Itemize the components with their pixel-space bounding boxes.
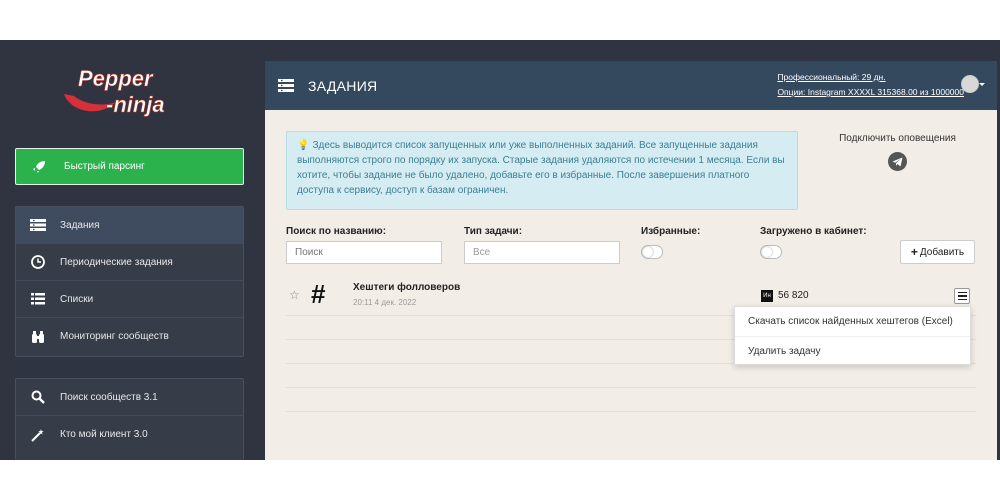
sidebar-item-label: Списки (60, 293, 94, 305)
star-icon[interactable]: ☆ (289, 288, 300, 302)
search-icon (30, 389, 46, 405)
svg-text:Pepper: Pepper (78, 66, 154, 91)
notify-label: Подключить оповещения (839, 133, 956, 144)
options-link[interactable]: Опции: Instagram XXXXL 315368.00 из 1000… (777, 85, 964, 100)
list-icon (30, 217, 46, 233)
bullet-list-icon (30, 291, 46, 307)
task-menu-button[interactable] (954, 288, 970, 304)
chevron-down-icon[interactable] (979, 83, 985, 86)
search-label: Поиск по названию: (286, 226, 387, 237)
add-task-button[interactable]: + Добавить (900, 240, 975, 264)
panel-header: ЗАДАНИЯ Профессиональный: 29 дн. Опции: … (265, 61, 997, 110)
sidebar-item-label: Задания (60, 219, 100, 231)
quick-parse-button[interactable]: Быстрый парсинг (15, 148, 244, 185)
quick-parse-label: Быстрый парсинг (64, 161, 145, 172)
pepper-ninja-logo: Pepper -ninja (64, 66, 165, 117)
svg-text:-ninja: -ninja (106, 92, 165, 117)
hashtag-icon: # (311, 279, 326, 309)
notifications-block: Подключить оповещения (830, 133, 965, 171)
sidebar-item-periodic-tasks[interactable]: Периодические задания (16, 244, 243, 281)
clock-icon (30, 254, 46, 270)
sidebar-item-community-search[interactable]: Поиск сообществ 3.1 (16, 379, 243, 416)
rocket-icon (32, 160, 46, 174)
add-label: Добавить (919, 246, 965, 258)
sidebar-item-label: Периодические задания (60, 256, 173, 268)
uploaded-toggle[interactable] (760, 245, 782, 259)
sidebar-item-lists[interactable]: Списки (16, 281, 243, 318)
sidebar-menu-tools: Поиск сообществ 3.1 Кто мой клиент 3.0 (15, 378, 244, 460)
plus-icon: + (910, 245, 918, 259)
task-menu-dropdown: Скачать список найденных хештегов (Excel… (734, 306, 971, 365)
task-title[interactable]: Хештеги фолловеров (353, 282, 460, 293)
sidebar-item-label: Мониторинг сообществ (60, 331, 169, 342)
page-title: ЗАДАНИЯ (308, 77, 378, 94)
delete-task-item[interactable]: Удалить задачу (735, 336, 970, 365)
task-result-count: 56 820 (778, 290, 809, 301)
uploaded-label: Загружено в кабинет: (760, 226, 867, 237)
magic-wand-icon (30, 427, 46, 443)
favorites-label: Избранные: (641, 226, 701, 237)
task-type-select[interactable]: Все (464, 241, 620, 264)
sidebar-item-label: Поиск сообществ 3.1 (60, 391, 158, 403)
task-date: 20:11 4 дек. 2022 (353, 298, 417, 307)
download-hashtags-item[interactable]: Скачать список найденных хештегов (Excel… (735, 307, 970, 336)
telegram-button[interactable] (888, 152, 907, 171)
lightbulb-icon: 💡 (297, 140, 310, 151)
sidebar-menu-main: Задания Периодические задания Списки Мон… (15, 206, 244, 357)
sidebar-item-my-client[interactable]: Кто мой клиент 3.0 (16, 416, 243, 453)
info-text: Здесь выводится список запущенных или уж… (297, 140, 785, 196)
binoculars-icon (30, 329, 46, 345)
telegram-icon (892, 157, 903, 166)
plan-link[interactable]: Профессиональный: 29 дн. (777, 70, 964, 85)
avatar[interactable] (961, 75, 979, 93)
app-window: Pepper -ninja Быстрый парсинг Задания Пе… (0, 40, 1000, 460)
instagram-badge: Ин (761, 290, 773, 302)
list-icon (278, 78, 294, 93)
sidebar-item-monitoring[interactable]: Мониторинг сообществ (16, 318, 243, 355)
sidebar-item-label: Кто мой клиент 3.0 (60, 429, 148, 440)
task-type-label: Тип задачи: (464, 226, 523, 237)
plan-info: Профессиональный: 29 дн. Опции: Instagra… (777, 70, 964, 100)
sidebar-item-tasks[interactable]: Задания (16, 207, 243, 244)
tasks-panel: ЗАДАНИЯ Профессиональный: 29 дн. Опции: … (265, 61, 997, 460)
favorites-toggle[interactable] (641, 245, 663, 259)
info-alert: 💡 Здесь выводится список запущенных или у… (286, 131, 798, 210)
search-input[interactable] (286, 241, 442, 264)
